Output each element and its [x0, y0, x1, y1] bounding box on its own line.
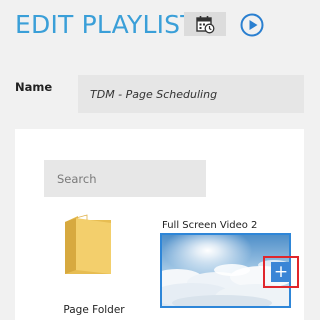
play-circle-icon — [240, 13, 264, 37]
preview-play-button[interactable] — [240, 13, 264, 37]
name-field[interactable]: TDM - Page Scheduling — [78, 75, 304, 113]
add-to-playlist-button[interactable]: + — [263, 256, 299, 288]
calendar-clock-icon — [196, 16, 215, 34]
video-title: Full Screen Video 2 — [162, 220, 258, 231]
search-input[interactable]: Search — [44, 160, 206, 197]
page-title: EDIT PLAYLIST — [15, 10, 196, 39]
schedule-button[interactable] — [184, 12, 226, 36]
plus-icon: + — [271, 262, 291, 282]
folder-icon[interactable] — [62, 214, 114, 276]
folder-label: Page Folder — [63, 304, 125, 316]
name-label: Name — [15, 80, 53, 94]
